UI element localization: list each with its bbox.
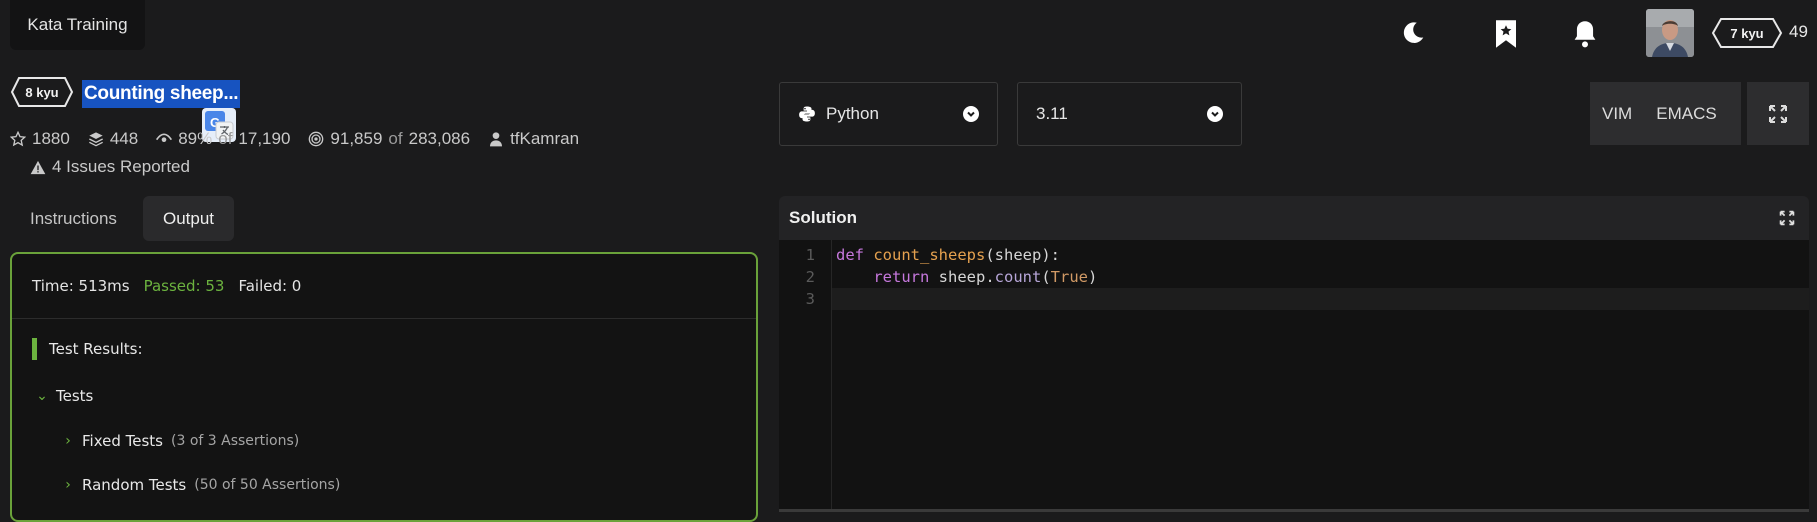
editor-mode-group: VIM EMACS — [1590, 82, 1741, 145]
star-icon — [10, 131, 26, 147]
author-stat[interactable]: tfKamran — [488, 129, 579, 149]
author-name: tfKamran — [510, 129, 580, 148]
satisfaction-percent: 89% — [178, 129, 213, 148]
issues-reported-link[interactable]: 4 Issues Reported — [30, 157, 190, 177]
chevron-down-icon: ⌄ — [36, 388, 48, 404]
test-results-title: Test Results: — [49, 340, 143, 358]
results-indicator — [32, 338, 37, 360]
version-select-value: 3.11 — [1036, 104, 1068, 123]
eye-icon — [156, 133, 173, 142]
tests-group[interactable]: ⌄ Tests — [36, 387, 93, 405]
fixed-tests-detail: (3 of 3 Assertions) — [171, 433, 300, 449]
honor-points[interactable]: 49 — [1789, 22, 1808, 42]
output-summary: Time: 513ms Passed: 53 Failed: 0 — [12, 254, 756, 319]
bookmark-icon[interactable] — [1486, 14, 1526, 54]
warning-icon — [30, 160, 46, 174]
code-keyword: def — [836, 246, 864, 264]
chevron-down-icon — [1207, 106, 1223, 122]
stars-count: 1880 — [32, 129, 70, 148]
completed-count: 91,859 — [330, 129, 383, 148]
line-number-gutter: 1 2 3 — [779, 240, 832, 512]
kata-rank-label: 8 kyu — [25, 85, 58, 100]
user-rank-label: 7 kyu — [1730, 26, 1763, 41]
tests-group-label: Tests — [56, 387, 94, 405]
python-icon — [799, 106, 815, 122]
notifications-bell-icon[interactable] — [1565, 14, 1605, 54]
line-number: 1 — [805, 246, 815, 264]
layers-icon — [88, 132, 103, 147]
language-select-value: Python — [826, 104, 879, 123]
random-tests-detail: (50 of 50 Assertions) — [194, 477, 341, 493]
code-line-2[interactable]: return sheep.count(True) — [836, 268, 1097, 286]
version-select[interactable]: 3.11 — [1017, 82, 1242, 146]
vim-mode-button[interactable]: VIM — [1590, 104, 1644, 124]
user-avatar[interactable] — [1646, 9, 1694, 57]
output-panel: Time: 513ms Passed: 53 Failed: 0 Test Re… — [10, 252, 758, 522]
code-builtin: True — [1050, 268, 1088, 286]
random-tests-item[interactable]: › Random Tests (50 of 50 Assertions) — [62, 476, 340, 494]
tab-output[interactable]: Output — [143, 196, 235, 241]
code-params: (sheep): — [985, 246, 1060, 264]
collections-stat[interactable]: 448 — [88, 129, 138, 149]
expand-icon — [1769, 104, 1787, 123]
satisfaction-stat[interactable]: 89% of 17,190 — [156, 129, 290, 149]
random-tests-name: Random Tests — [82, 476, 187, 494]
output-failed: Failed: 0 — [238, 277, 302, 295]
dark-mode-icon[interactable] — [1393, 13, 1433, 53]
satisfaction-of: of — [218, 129, 233, 148]
expand-icon[interactable] — [1779, 210, 1795, 226]
output-passed: Passed: 53 — [143, 277, 225, 295]
chevron-right-icon: › — [65, 433, 71, 449]
code-object: sheep. — [929, 268, 995, 286]
code-keyword: return — [873, 268, 930, 286]
kata-stats: 1880 448 89% of 17,190 91,859 of 283,086… — [10, 129, 579, 149]
issues-label: 4 Issues Reported — [52, 157, 190, 176]
emacs-mode-button[interactable]: EMACS — [1644, 104, 1728, 124]
line-number: 3 — [805, 290, 815, 308]
solution-title: Solution — [789, 208, 857, 227]
stars-stat[interactable]: 1880 — [10, 129, 70, 149]
votes-count: 17,190 — [238, 129, 291, 148]
chevron-down-icon — [963, 106, 979, 122]
code-paren-close: ) — [1088, 268, 1098, 286]
output-time: Time: 513ms — [32, 277, 130, 295]
app-brand-button[interactable]: Kata Training — [10, 0, 145, 50]
code-editor[interactable]: 1 2 3 def count_sheeps(sheep): return sh… — [779, 240, 1809, 512]
user-icon — [490, 132, 503, 147]
solution-header: Solution — [779, 196, 1809, 240]
active-line-highlight — [832, 288, 1809, 310]
target-icon — [309, 131, 324, 147]
tab-instructions[interactable]: Instructions — [10, 196, 137, 241]
kata-title[interactable]: Counting sheep... — [82, 80, 241, 108]
collections-count: 448 — [109, 129, 139, 148]
code-paren-open: ( — [1041, 268, 1051, 286]
user-rank-badge[interactable]: 7 kyu — [1711, 17, 1783, 49]
fixed-tests-item[interactable]: › Fixed Tests (3 of 3 Assertions) — [62, 432, 299, 450]
fullscreen-button[interactable] — [1747, 82, 1809, 145]
fixed-tests-name: Fixed Tests — [82, 432, 163, 450]
test-results-heading: Test Results: — [32, 338, 143, 360]
code-line-1[interactable]: def count_sheeps(sheep): — [836, 246, 1060, 264]
code-function-name: count_sheeps — [873, 246, 986, 264]
completed-of: of — [388, 129, 403, 148]
attempts-count: 283,086 — [408, 129, 471, 148]
language-select[interactable]: Python — [779, 82, 998, 146]
code-method: count — [994, 268, 1042, 286]
line-number: 2 — [805, 268, 815, 286]
kata-rank-badge: 8 kyu — [10, 76, 74, 108]
chevron-right-icon: › — [65, 477, 71, 493]
completed-stat[interactable]: 91,859 of 283,086 — [308, 129, 470, 149]
